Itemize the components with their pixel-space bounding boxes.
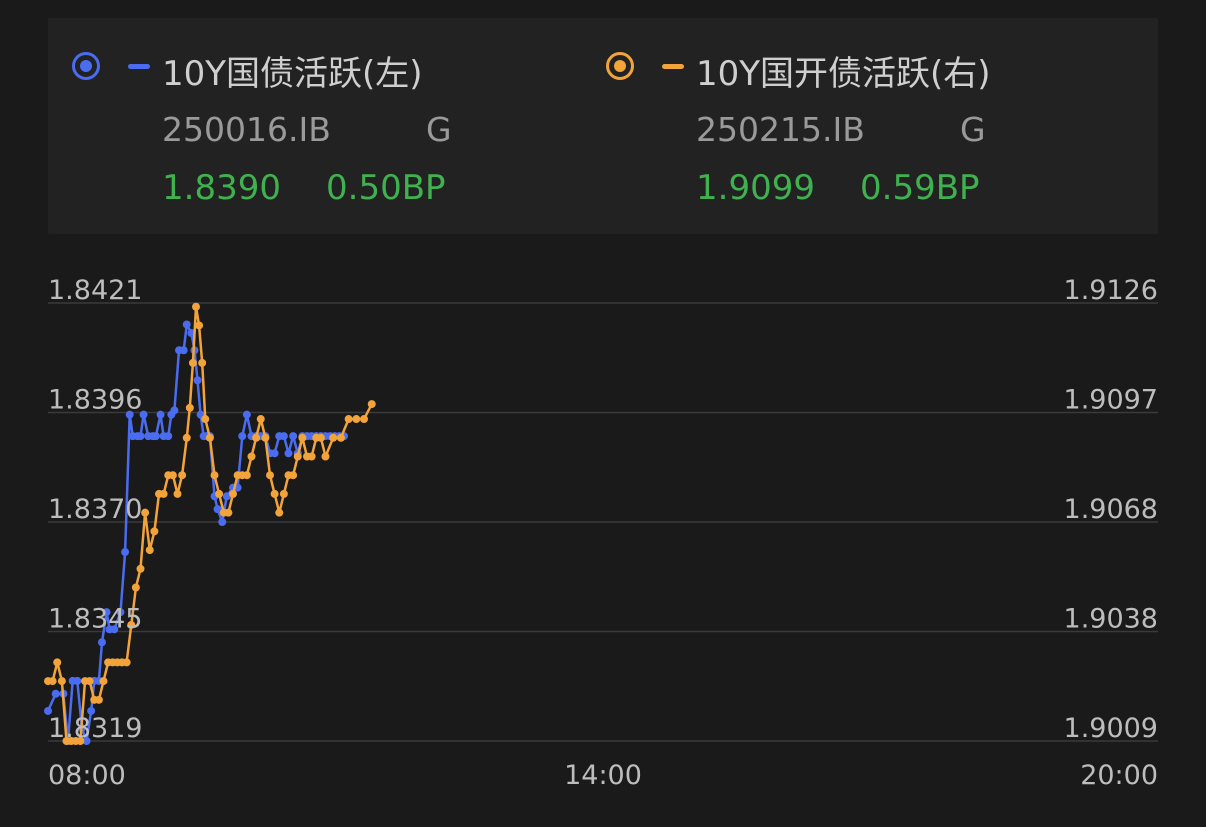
data-point-right: [53, 658, 62, 667]
data-point-right: [145, 546, 154, 555]
data-point-right: [48, 677, 57, 686]
data-point-right: [256, 415, 265, 424]
data-point-right: [261, 433, 270, 442]
data-point-right: [99, 677, 108, 686]
data-point-left: [218, 518, 227, 526]
data-point-right: [94, 695, 103, 704]
data-point-right: [307, 452, 316, 461]
data-point-right: [210, 471, 219, 480]
data-point-right: [150, 527, 159, 536]
data-point-left: [242, 410, 251, 419]
x-tick-label: 08:00: [48, 760, 126, 791]
data-point-right: [215, 489, 224, 498]
data-point-left: [279, 432, 288, 441]
tick-labels: 1.8421 1.9126 1.8396 1.9097 1.8370 1.9068 1.83…: [48, 275, 1158, 791]
y-right-tick-label: 1.9068: [1064, 494, 1158, 525]
y-right-tick-label: 1.9126: [1064, 275, 1158, 306]
y-right-tick-label: 1.9097: [1064, 385, 1158, 416]
data-point-left: [193, 376, 202, 385]
data-point-left: [284, 449, 293, 458]
data-point-left: [156, 410, 165, 419]
data-point-right: [159, 489, 168, 498]
data-point-right: [188, 358, 197, 367]
data-point-right: [173, 489, 182, 498]
data-point-right: [270, 489, 279, 498]
data-point-right: [192, 302, 200, 311]
y-right-tick-label: 1.9038: [1064, 604, 1158, 635]
data-point-right: [266, 471, 274, 480]
data-point-right: [198, 358, 207, 367]
data-point-right: [247, 452, 256, 461]
data-point-right: [168, 471, 177, 480]
y-left-tick-label: 1.8345: [48, 604, 142, 635]
y-left-tick-label: 1.8370: [48, 494, 142, 525]
data-point-right: [367, 400, 376, 409]
data-point-left: [136, 432, 145, 441]
data-point-left: [73, 676, 82, 685]
data-point-right: [336, 433, 345, 442]
data-point-right: [298, 433, 307, 442]
data-point-right: [289, 471, 298, 480]
data-point-right: [360, 415, 369, 424]
data-point-right: [229, 489, 237, 498]
data-point-right: [195, 321, 204, 330]
data-point-right: [321, 452, 330, 461]
data-point-right: [201, 415, 210, 424]
data-point-left: [51, 689, 60, 698]
data-point-right: [136, 564, 145, 573]
grid-lines: [48, 302, 1158, 742]
data-point-left: [164, 432, 173, 441]
data-point-right: [205, 433, 214, 442]
data-point-right: [57, 677, 66, 686]
data-point-right: [293, 452, 302, 461]
data-point-right: [352, 415, 361, 424]
data-point-left: [97, 638, 106, 647]
data-point-left: [179, 346, 188, 355]
data-point-left: [289, 432, 298, 441]
data-point-left: [238, 432, 247, 441]
line-chart[interactable]: 1.8421 1.9126 1.8396 1.9097 1.8370 1.9068 1.83…: [0, 0, 1206, 827]
data-point-left: [170, 406, 179, 415]
data-point-right: [329, 433, 338, 442]
data-point-left: [270, 449, 279, 458]
data-point-right: [131, 583, 140, 592]
x-tick-label: 20:00: [1080, 760, 1158, 791]
data-point-right: [242, 471, 251, 480]
x-tick-label: 14:00: [564, 760, 642, 791]
data-point-right: [279, 489, 288, 498]
y-left-tick-label: 1.8319: [48, 713, 142, 744]
y-left-tick-label: 1.8421: [48, 275, 142, 306]
y-left-tick-label: 1.8396: [48, 385, 142, 416]
data-point-right: [252, 433, 261, 442]
data-point-left: [182, 320, 191, 329]
data-point-left: [121, 548, 130, 557]
data-point-right: [178, 471, 187, 480]
data-point-right: [344, 415, 353, 424]
data-point-right: [182, 433, 191, 442]
data-point-right: [185, 403, 194, 412]
y-right-tick-label: 1.9009: [1064, 713, 1158, 744]
data-point-right: [275, 508, 284, 517]
data-point-right: [85, 677, 94, 686]
data-point-left: [151, 432, 160, 441]
data-point-right: [224, 508, 233, 517]
data-point-right: [122, 658, 131, 667]
data-point-right: [316, 433, 325, 442]
